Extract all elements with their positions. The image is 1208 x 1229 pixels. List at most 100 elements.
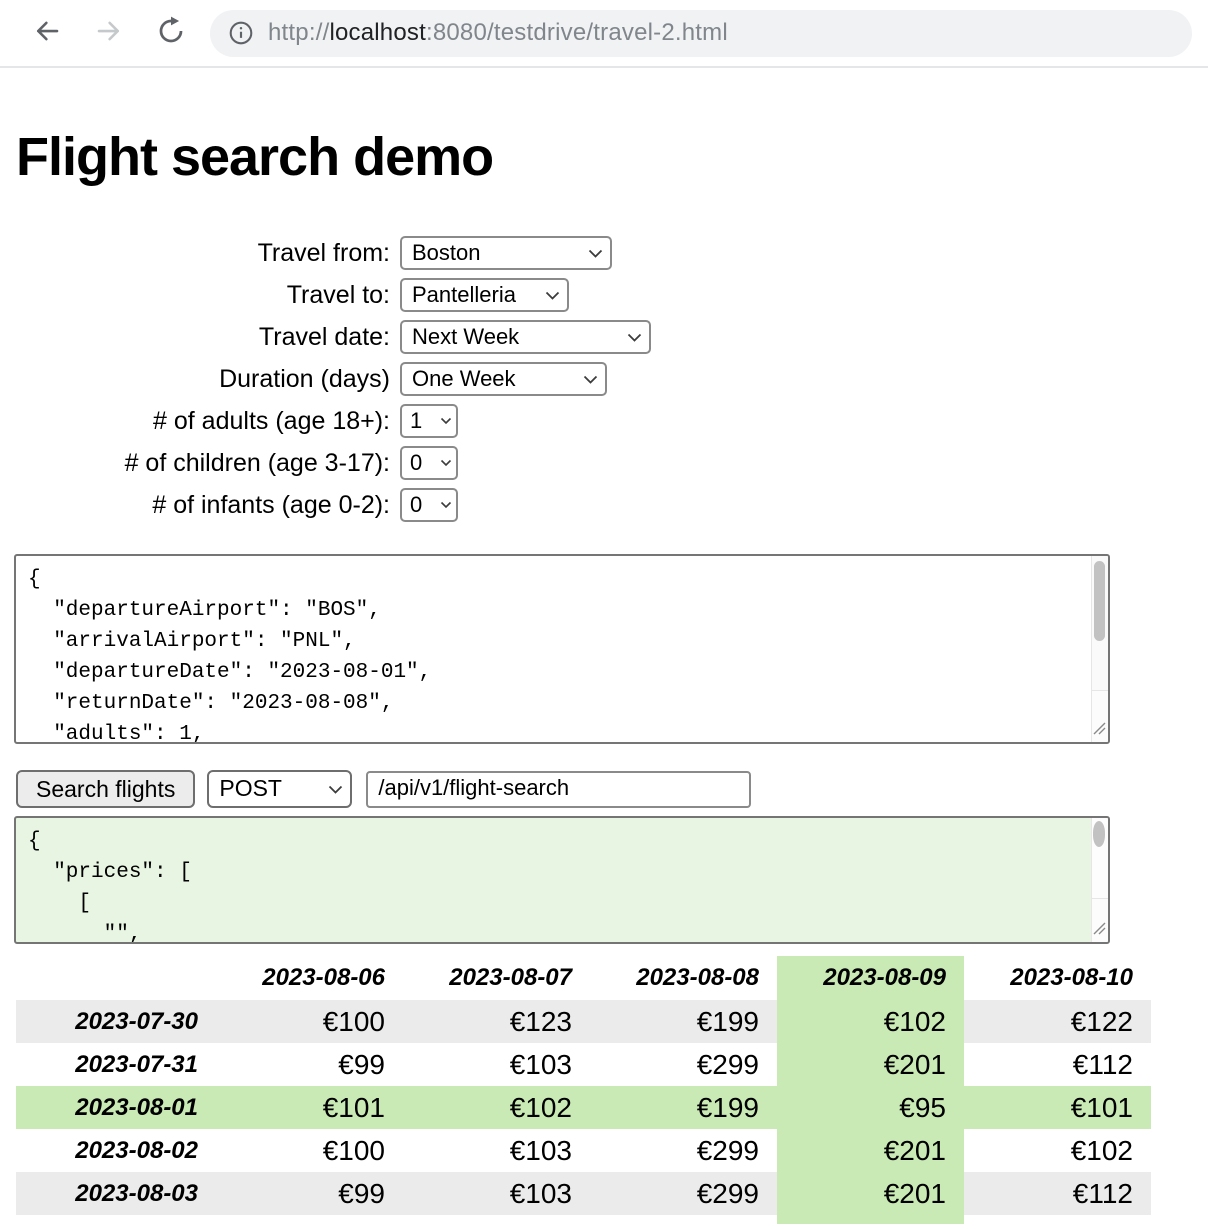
price-cell-highlighted[interactable]: €201 [777,1172,964,1215]
flight-search-form: Travel from: Boston Travel to: Panteller… [16,236,1208,522]
scrollbar-track[interactable] [1091,818,1108,898]
forward-button[interactable] [86,10,132,56]
price-cell[interactable]: €123 [403,1000,590,1043]
resize-handle-icon[interactable] [1092,921,1106,940]
price-cell[interactable]: €299 [590,1129,777,1172]
price-cell[interactable]: €100 [216,1000,403,1043]
duration-label: Duration (days) [16,365,400,394]
price-cell[interactable]: €199 [590,1000,777,1043]
corner-cell [16,956,216,1000]
travel-date-label: Travel date: [16,323,400,352]
table-header-row: 2023-08-06 2023-08-07 2023-08-08 2023-08… [16,956,1151,1000]
reload-button[interactable] [148,10,194,56]
travel-to-select[interactable]: Pantelleria [400,278,569,312]
price-cell [964,1215,1151,1224]
page-title: Flight search demo [16,126,1208,188]
back-button[interactable] [24,10,70,56]
travel-date-select[interactable]: Next Week [400,320,651,354]
price-cell[interactable]: €199 [590,1086,777,1129]
row-header: 2023-08-01 [16,1086,216,1129]
children-select-control[interactable]: 0 [400,446,458,480]
resize-handle-icon[interactable] [1092,721,1106,740]
price-cell[interactable]: €103 [403,1043,590,1086]
infants-label: # of infants (age 0-2): [16,491,400,520]
price-cell[interactable]: €103 [403,1129,590,1172]
price-cell [216,1215,403,1224]
price-cell[interactable]: €122 [964,1000,1151,1043]
adults-select[interactable]: 1 [400,404,458,438]
price-cell[interactable]: €112 [964,1172,1151,1215]
reload-icon [156,16,186,51]
form-row-travel-to: Travel to: Pantelleria [16,278,1208,312]
http-method-select-control[interactable]: POST [207,770,352,808]
travel-from-label: Travel from: [16,239,400,268]
travel-from-select-control[interactable]: Boston [400,236,612,270]
duration-select[interactable]: One Week [400,362,607,396]
price-cell[interactable]: €103 [403,1172,590,1215]
price-matrix-table: 2023-08-06 2023-08-07 2023-08-08 2023-08… [16,956,1151,1224]
row-header: 2023-07-31 [16,1043,216,1086]
table-row: 2023-07-30 €100 €123 €199 €102 €122 [16,1000,1151,1043]
scrollbar-thumb[interactable] [1093,821,1105,847]
site-info-icon[interactable] [228,20,254,46]
children-select[interactable]: 0 [400,446,458,480]
price-cell[interactable]: €99 [216,1172,403,1215]
travel-to-select-control[interactable]: Pantelleria [400,278,569,312]
price-cell-highlighted[interactable]: €201 [777,1043,964,1086]
duration-select-control[interactable]: One Week [400,362,607,396]
textarea-corner [1091,898,1108,942]
price-cell[interactable]: €102 [403,1086,590,1129]
scrollbar-track[interactable] [1091,556,1108,690]
form-row-duration: Duration (days) One Week [16,362,1208,396]
table-row-partial [16,1215,1151,1224]
adults-label: # of adults (age 18+): [16,407,400,436]
column-header: 2023-08-08 [590,956,777,1000]
request-json-textarea[interactable]: { "departureAirport": "BOS", "arrivalAir… [14,554,1110,744]
adults-select-control[interactable]: 1 [400,404,458,438]
browser-toolbar: http://localhost:8080/testdrive/travel-2… [0,0,1208,68]
response-json-content: { "prices": [ [ "", [16,818,1108,942]
endpoint-input[interactable] [366,771,751,808]
price-cell[interactable]: €299 [590,1172,777,1215]
http-method-select[interactable]: POST [207,770,352,808]
price-cell-highlighted[interactable]: €201 [777,1129,964,1172]
column-header: 2023-08-06 [216,956,403,1000]
row-header: 2023-08-03 [16,1172,216,1215]
scrollbar-thumb[interactable] [1094,561,1105,641]
travel-to-label: Travel to: [16,281,400,310]
table-row-selected: 2023-08-01 €101 €102 €199 €95 €101 [16,1086,1151,1129]
column-header-highlighted: 2023-08-09 [777,956,964,1000]
price-cell [403,1215,590,1224]
price-cell[interactable]: €100 [216,1129,403,1172]
form-row-adults: # of adults (age 18+): 1 [16,404,1208,438]
infants-select[interactable]: 0 [400,488,458,522]
form-row-travel-from: Travel from: Boston [16,236,1208,270]
infants-select-control[interactable]: 0 [400,488,458,522]
action-row: Search flights POST [16,770,1208,808]
url-path: :8080/testdrive/travel-2.html [426,19,728,46]
form-row-travel-date: Travel date: Next Week [16,320,1208,354]
travel-date-select-control[interactable]: Next Week [400,320,651,354]
page-content: Flight search demo Travel from: Boston T… [0,126,1208,1224]
travel-from-select[interactable]: Boston [400,236,612,270]
table-row: 2023-07-31 €99 €103 €299 €201 €112 [16,1043,1151,1086]
back-arrow-icon [32,16,62,51]
forward-arrow-icon [94,16,124,51]
price-cell[interactable]: €101 [964,1086,1151,1129]
url-text: http://localhost:8080/testdrive/travel-2… [268,19,728,47]
response-json-textarea[interactable]: { "prices": [ [ "", [14,816,1110,944]
price-cell [16,1215,216,1224]
price-cell[interactable]: €99 [216,1043,403,1086]
price-cell[interactable]: €112 [964,1043,1151,1086]
address-bar[interactable]: http://localhost:8080/testdrive/travel-2… [210,10,1192,57]
url-host: localhost [329,19,426,46]
price-cell-highlighted[interactable]: €95 [777,1086,964,1129]
price-cell[interactable]: €299 [590,1043,777,1086]
textarea-corner [1091,690,1108,742]
price-cell-highlighted[interactable]: €102 [777,1000,964,1043]
price-cell[interactable]: €102 [964,1129,1151,1172]
price-cell[interactable]: €101 [216,1086,403,1129]
table-row: 2023-08-03 €99 €103 €299 €201 €112 [16,1172,1151,1215]
price-cell-highlighted [777,1215,964,1224]
search-flights-button[interactable]: Search flights [16,770,195,808]
